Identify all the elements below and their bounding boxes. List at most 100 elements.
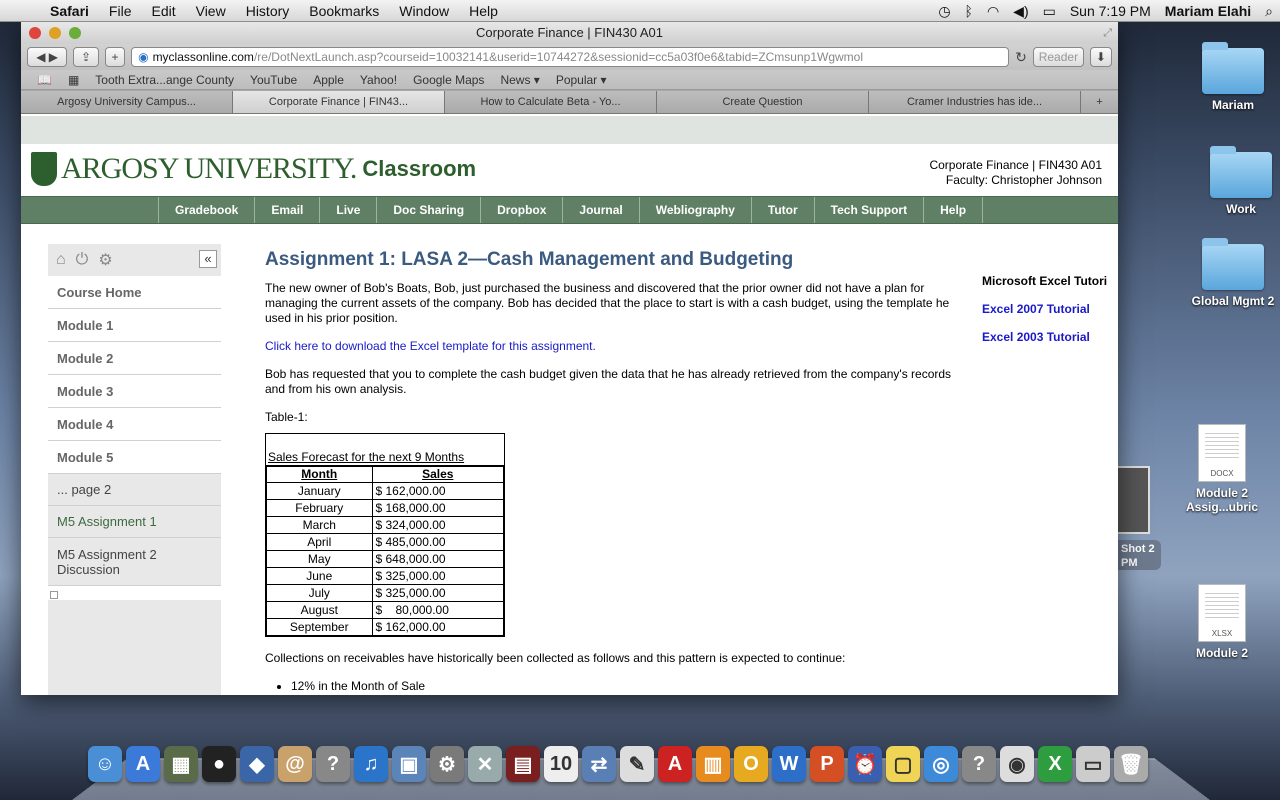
preview-icon[interactable]: ◆	[240, 746, 274, 782]
tab[interactable]: Create Question	[657, 91, 869, 113]
menu-file[interactable]: File	[99, 3, 142, 19]
menu-window[interactable]: Window	[389, 3, 459, 19]
nav-dropbox[interactable]: Dropbox	[480, 197, 562, 223]
volume-icon[interactable]: ◀)	[1006, 3, 1035, 20]
word-icon[interactable]: W	[772, 746, 806, 782]
tab[interactable]: Cramer Industries has ide...	[869, 91, 1081, 113]
battery-icon[interactable]: ▭	[1036, 3, 1063, 20]
desktop-folder-global-mgmt[interactable]: Global Mgmt 2	[1188, 238, 1278, 308]
reader-button[interactable]: Reader	[1032, 47, 1084, 67]
address-bar[interactable]: ◉ myclassonline.com/re/DotNextLaunch.asp…	[131, 47, 1010, 67]
bookmark-item[interactable]: YouTube	[242, 73, 305, 87]
close-button[interactable]	[29, 27, 41, 39]
zoom-button[interactable]	[69, 27, 81, 39]
fullscreen-icon[interactable]: ⤢	[1103, 22, 1112, 44]
powerpoint-icon[interactable]: P	[810, 746, 844, 782]
new-tab-button[interactable]: +	[1081, 91, 1118, 113]
bookmark-item[interactable]: Tooth Extra...ange County	[87, 73, 242, 87]
finder-icon[interactable]: ☺	[88, 746, 122, 782]
downloads-icon[interactable]: ▭	[1076, 746, 1110, 782]
download-template-link[interactable]: Click here to download the Excel templat…	[265, 339, 596, 353]
bluetooth-icon[interactable]: ᛒ	[958, 3, 980, 19]
stickies-icon[interactable]: ▢	[886, 746, 920, 782]
sidebar-item-module-1[interactable]: Module 1	[48, 309, 221, 342]
time-machine-icon[interactable]: ◷	[931, 3, 957, 20]
clock-icon[interactable]: ⏰	[848, 746, 882, 782]
home-icon[interactable]: ⌂	[56, 251, 66, 269]
sidebar-item-module-2[interactable]: Module 2	[48, 342, 221, 375]
trash-icon[interactable]: 🗑	[1114, 746, 1148, 782]
tab[interactable]: How to Calculate Beta - Yo...	[445, 91, 657, 113]
calendar-icon[interactable]: 10	[544, 746, 578, 782]
nav-gradebook[interactable]: Gradebook	[158, 197, 254, 223]
sidebar-sub-m5-assignment-2[interactable]: M5 Assignment 2 Discussion	[48, 538, 221, 586]
bookmark-item[interactable]: Yahoo!	[352, 73, 405, 87]
share-icon[interactable]: ⇪	[73, 47, 99, 67]
sidebar-item-course-home[interactable]: Course Home	[48, 276, 221, 309]
photobooth2-icon[interactable]: ▤	[506, 746, 540, 782]
outlook-icon[interactable]: O	[734, 746, 768, 782]
reading-list-icon[interactable]: 📖	[29, 73, 60, 87]
nav-doc-sharing[interactable]: Doc Sharing	[376, 197, 480, 223]
help2-icon[interactable]: ?	[962, 746, 996, 782]
ibooks-icon[interactable]: ▥	[696, 746, 730, 782]
desktop-file-xlsx[interactable]: XLSX Module 2	[1172, 584, 1272, 660]
bookmark-item[interactable]: Apple	[305, 73, 352, 87]
nav-help[interactable]: Help	[923, 197, 984, 223]
nav-email[interactable]: Email	[254, 197, 319, 223]
migration-icon[interactable]: ⇄	[582, 746, 616, 782]
top-sites-icon[interactable]: ▦	[60, 73, 87, 87]
collapse-button[interactable]: «	[199, 250, 217, 268]
desktop-folder-work[interactable]: Work	[1196, 146, 1280, 216]
sidebar-item-module-4[interactable]: Module 4	[48, 408, 221, 441]
power-icon[interactable]: ⏻	[76, 251, 89, 269]
menu-app[interactable]: Safari	[40, 3, 99, 19]
nav-tech-support[interactable]: Tech Support	[813, 197, 923, 223]
menu-bookmarks[interactable]: Bookmarks	[299, 3, 389, 19]
nav-tutor[interactable]: Tutor	[750, 197, 814, 223]
downloads-icon[interactable]: ⬇	[1089, 47, 1112, 67]
wifi-icon[interactable]: ◠	[980, 3, 1006, 20]
textedit-icon[interactable]: ✎	[620, 746, 654, 782]
tab[interactable]: Argosy University Campus...	[21, 91, 233, 113]
iphoto-icon[interactable]: ▣	[392, 746, 426, 782]
excel-2007-tutorial-link[interactable]: Excel 2007 Tutorial	[982, 302, 1118, 316]
bookmark-item[interactable]: Google Maps	[405, 73, 492, 87]
appstore-icon[interactable]: A	[126, 746, 160, 782]
menu-help[interactable]: Help	[459, 3, 508, 19]
chrome-icon[interactable]: ◉	[1000, 746, 1034, 782]
back-forward-buttons[interactable]: ◀ ▶	[27, 47, 68, 67]
sysprefs-icon[interactable]: ⚙	[430, 746, 464, 782]
bookmark-item[interactable]: Popular ▾	[548, 73, 615, 87]
help-icon[interactable]: ?	[316, 746, 350, 782]
nav-live[interactable]: Live	[319, 197, 376, 223]
bootcamp-icon[interactable]: ✕	[468, 746, 502, 782]
excel-icon[interactable]: X	[1038, 746, 1072, 782]
add-bookmark-icon[interactable]: +	[104, 47, 126, 67]
nav-journal[interactable]: Journal	[562, 197, 638, 223]
sidebar-item-module-3[interactable]: Module 3	[48, 375, 221, 408]
sidebar-sub-page-2[interactable]: ... page 2	[48, 474, 221, 506]
spotlight-icon[interactable]: ⌕	[1258, 3, 1280, 20]
desktop-file-docx[interactable]: DOCX Module 2 Assig...ubric	[1172, 424, 1272, 514]
screenshot-thumbnail[interactable]	[1117, 466, 1150, 534]
menu-view[interactable]: View	[186, 3, 236, 19]
user-name[interactable]: Mariam Elahi	[1158, 3, 1258, 19]
nav-webliography[interactable]: Webliography	[638, 197, 751, 223]
itunes-icon[interactable]: ♫	[354, 746, 388, 782]
argosy-logo[interactable]: ARGOSY UNIVERSITY. Classroom	[31, 152, 476, 186]
menu-history[interactable]: History	[236, 3, 300, 19]
desktop-folder-mariam[interactable]: Mariam	[1188, 42, 1278, 112]
menu-edit[interactable]: Edit	[141, 3, 185, 19]
acrobat-icon[interactable]: A	[658, 746, 692, 782]
sidebar-sub-m5-assignment-1[interactable]: M5 Assignment 1	[48, 506, 221, 538]
facetime-icon[interactable]: ●	[202, 746, 236, 782]
safari-icon[interactable]: ◎	[924, 746, 958, 782]
reload-icon[interactable]: ↻	[1015, 49, 1027, 66]
excel-2003-tutorial-link[interactable]: Excel 2003 Tutorial	[982, 330, 1118, 344]
sidebar-item-module-5[interactable]: Module 5	[48, 441, 221, 474]
clock[interactable]: Sun 7:19 PM	[1063, 3, 1158, 19]
bookmark-item[interactable]: News ▾	[492, 73, 547, 87]
gear-icon[interactable]: ⚙	[98, 250, 112, 270]
minimize-button[interactable]	[49, 27, 61, 39]
